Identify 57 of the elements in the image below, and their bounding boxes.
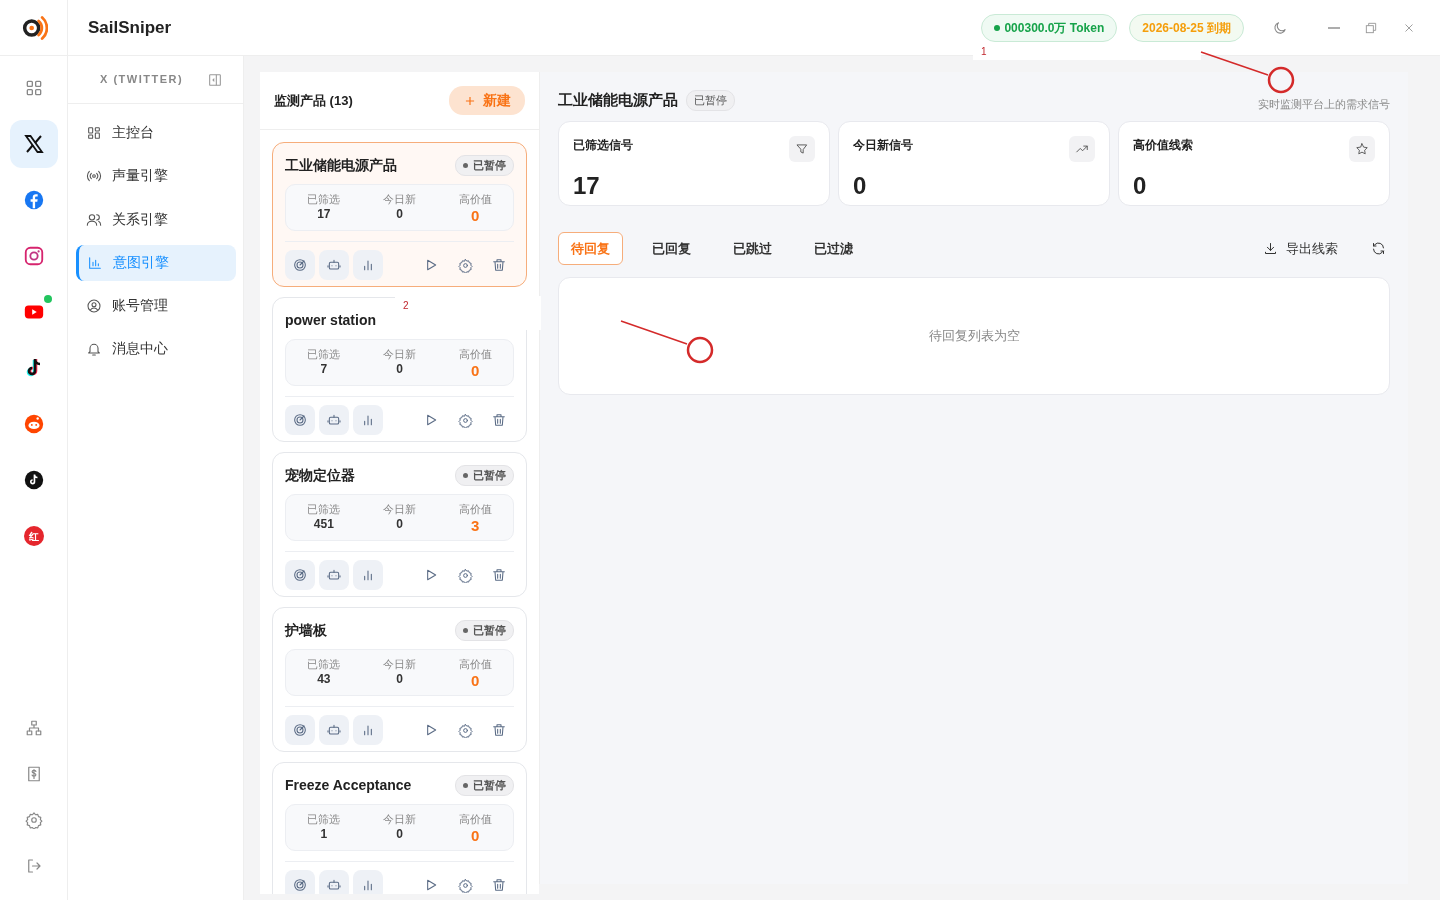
stat-value: 451 [313, 517, 334, 531]
stat-label: 今日新 [383, 812, 416, 827]
stat-value: 0 [1133, 170, 1148, 201]
stat-value: 17 [317, 207, 331, 221]
stat-label: 今日新 [383, 657, 416, 672]
expiry-chip: 2026-08-25 到期 [1129, 13, 1244, 42]
stat-value: 0 [853, 170, 868, 201]
stat-value: 7 [320, 362, 328, 376]
guide-tooltip: 1 [973, 44, 1201, 60]
round-logo-icon: 红 [23, 526, 44, 546]
product-name: 宠物定位器 [285, 466, 355, 485]
status-badge: 已暂停 [455, 465, 514, 486]
app-name: SailSniper [88, 16, 172, 39]
token-balance-chip: 000300.0万 Token [981, 13, 1118, 42]
stat-label: 已筛选 [307, 502, 341, 517]
stat-value: 0 [470, 362, 480, 379]
product-name: 护墙板 [285, 621, 327, 640]
subtitle: 实时监测平台上的需求信号 [1258, 97, 1390, 112]
guide-tooltip: 2 [395, 296, 541, 330]
stat-label: 今日新 [383, 192, 416, 207]
stat-label: 已筛选信号 [573, 136, 633, 154]
panel-title: 监测产品 (13) [274, 91, 353, 110]
empty-message: 待回复列表为空 [928, 327, 1020, 346]
stat-label: 已筛选 [307, 812, 341, 827]
status-badge: 已暂停 [455, 620, 514, 641]
stat-value: 0 [470, 672, 480, 689]
stat-label: 高价值 [458, 347, 492, 362]
stat-value: 0 [396, 517, 403, 531]
stat-label: 高价值 [458, 657, 492, 672]
stat-label: 高价值 [458, 192, 492, 207]
stat-label: 已筛选 [307, 657, 341, 672]
status-badge: 已暂停 [455, 775, 514, 796]
stat-value: 1 [320, 827, 328, 841]
product-name: 工业储能电源产品 [285, 156, 397, 175]
stat-value: 0 [470, 207, 480, 224]
stat-value: 43 [317, 672, 331, 686]
stat-value: 0 [470, 827, 480, 844]
stat-value: 0 [396, 207, 403, 221]
stat-label: 今日新信号 [853, 136, 913, 154]
stat-value: 0 [396, 672, 403, 686]
stat-label: 高价值 [458, 502, 492, 517]
product-name: Freeze Acceptance [285, 776, 412, 795]
stat-label: 高价值 [458, 812, 492, 827]
stat-value: 17 [573, 170, 601, 201]
stat-label: 高价值线索 [1133, 136, 1193, 154]
stat-label: 今日新 [383, 347, 416, 362]
status-badge: 已暂停 [686, 90, 735, 111]
stat-label: 今日新 [383, 502, 416, 517]
stat-value: 0 [396, 827, 403, 841]
sidebar-title: X (TWITTER) [100, 72, 184, 88]
product-name: power station [285, 311, 376, 330]
detail-title: 工业储能电源产品 [558, 90, 678, 110]
stat-label: 已筛选 [307, 192, 341, 207]
stat-value: 3 [470, 517, 480, 534]
status-badge: 已暂停 [455, 155, 514, 176]
stat-value: 0 [396, 362, 403, 376]
stat-label: 已筛选 [307, 347, 341, 362]
